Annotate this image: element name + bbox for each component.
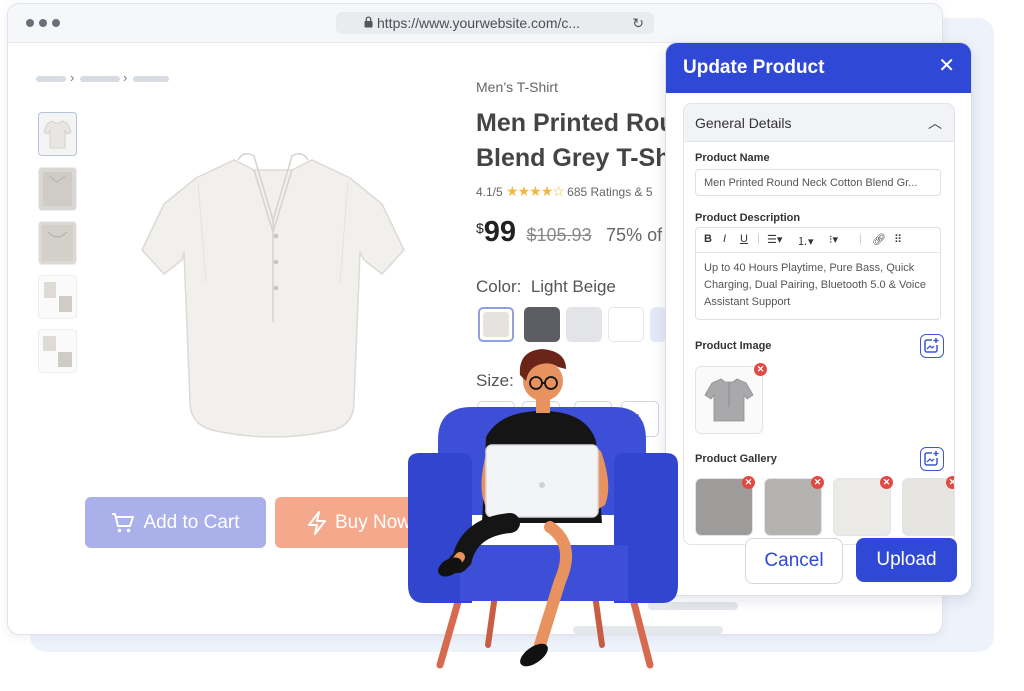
dialog-title: Update Product: [683, 57, 825, 78]
reload-icon[interactable]: ↻: [632, 12, 644, 34]
color-swatch-dark-grey[interactable]: [524, 307, 560, 342]
thumbnail-1[interactable]: [38, 112, 77, 156]
person-on-chair-illustration: [408, 349, 678, 669]
product-title: Men Printed Rou Blend Grey T-Sh: [476, 106, 696, 176]
color-swatch-light-grey[interactable]: [566, 307, 602, 342]
product-rating: 4.1/5 ★★★★☆ 685 Ratings & 5: [476, 183, 653, 200]
shirt-image-icon: [141, 153, 405, 438]
thumbnail-3[interactable]: [38, 221, 77, 265]
window-dot-icon[interactable]: [52, 19, 60, 27]
chevron-up-icon[interactable]: ︿: [928, 113, 942, 133]
color-swatch-light-blue[interactable]: [650, 307, 666, 342]
underline-icon[interactable]: U: [740, 233, 748, 245]
product-description-label: Product Description: [695, 212, 801, 224]
remove-gallery-image-icon[interactable]: ✕: [880, 476, 893, 489]
lock-icon: [364, 16, 373, 28]
window-dot-icon[interactable]: [26, 19, 34, 27]
link-icon[interactable]: 🔗︎: [872, 233, 886, 246]
color-swatch-light-beige[interactable]: [478, 307, 514, 342]
align-icon[interactable]: ☰▾: [767, 233, 782, 246]
general-details-section: General Details ︿ Product Name Men Print…: [683, 103, 955, 545]
chevron-right-icon: ›: [123, 70, 128, 85]
breadcrumb-item[interactable]: [80, 76, 120, 82]
product-title-line: Blend Grey T-Sh: [476, 144, 671, 172]
rating-value: 4.1/5: [476, 185, 503, 199]
italic-icon[interactable]: I: [723, 233, 726, 245]
section-title: General Details: [695, 115, 792, 131]
ordered-list-icon[interactable]: ⒈▾: [797, 233, 814, 249]
remove-gallery-image-icon[interactable]: ✕: [742, 476, 755, 489]
thumbnail-5[interactable]: [38, 329, 77, 373]
lightning-icon: [308, 510, 326, 535]
product-main-image[interactable]: [108, 112, 438, 474]
original-price: $105.93: [526, 225, 592, 245]
toolbar-divider: |: [757, 233, 760, 245]
cart-icon: [112, 512, 135, 532]
shirt-size-chart-icon: [43, 336, 72, 367]
thumbnail-2[interactable]: [38, 167, 77, 211]
discount-text: 75% of: [606, 225, 663, 245]
remove-gallery-image-icon[interactable]: ✕: [946, 476, 954, 489]
color-value: Light Beige: [530, 277, 616, 296]
shirt-thumbnail-icon: [43, 120, 72, 149]
cancel-button[interactable]: Cancel: [745, 538, 843, 584]
upload-gallery-icon[interactable]: [920, 447, 944, 471]
product-image-preview[interactable]: [695, 366, 763, 434]
update-product-dialog: Update Product ✕ General Details ︿ Produ…: [665, 42, 972, 596]
product-category: Men’s T-Shirt: [476, 79, 558, 95]
star-rating-icon: ★★★★☆: [506, 183, 565, 199]
address-bar[interactable]: https://www.yourwebsite.com/c... ↻: [336, 12, 654, 34]
breadcrumb-item[interactable]: [36, 76, 66, 82]
upload-image-icon[interactable]: [920, 334, 944, 358]
chevron-right-icon: ›: [70, 70, 75, 85]
bullet-list-icon[interactable]: ⁝▾: [829, 233, 838, 246]
price-amount: 99: [483, 216, 517, 248]
remove-image-icon[interactable]: ✕: [754, 363, 767, 376]
product-description-editor[interactable]: B I U | ☰▾ ⒈▾ ⁝▾ | 🔗︎ ⠿ Up to 40 Hours P…: [695, 227, 941, 320]
shirt-model-icon: [44, 282, 72, 312]
currency-symbol: $: [476, 220, 484, 236]
dialog-header: Update Product ✕: [666, 43, 971, 93]
product-price: $99 $105.93 75% of: [476, 216, 662, 249]
product-title-line: Men Printed Rou: [476, 109, 675, 137]
add-to-cart-label: Add to Cart: [143, 511, 240, 533]
remove-gallery-image-icon[interactable]: ✕: [811, 476, 824, 489]
upload-button[interactable]: Upload: [856, 538, 957, 582]
bold-icon[interactable]: B: [704, 233, 712, 245]
color-selector-label: Color: Light Beige: [476, 277, 616, 297]
toolbar-divider: |: [859, 233, 862, 245]
browser-toolbar: https://www.yourwebsite.com/c... ↻: [8, 4, 942, 43]
product-gallery-label: Product Gallery: [695, 453, 777, 465]
color-label: Color:: [476, 277, 522, 296]
breadcrumb-item[interactable]: [133, 76, 169, 82]
shirt-collar-icon: [42, 225, 73, 261]
more-options-icon[interactable]: ⠿: [894, 233, 902, 246]
rating-count: 685 Ratings & 5: [567, 185, 653, 199]
shirt-detail-icon: [43, 172, 72, 206]
grey-shirt-icon: [704, 378, 754, 422]
add-to-cart-button[interactable]: Add to Cart: [85, 497, 266, 548]
thumbnail-4[interactable]: [38, 275, 77, 319]
window-dot-icon[interactable]: [39, 19, 47, 27]
product-name-input[interactable]: Men Printed Round Neck Cotton Blend Gr..…: [695, 169, 941, 196]
section-header[interactable]: General Details ︿: [684, 104, 954, 142]
close-icon[interactable]: ✕: [938, 55, 955, 77]
color-swatch-white[interactable]: [608, 307, 644, 342]
product-name-label: Product Name: [695, 152, 770, 164]
product-image-label: Product Image: [695, 340, 772, 352]
url-text: https://www.yourwebsite.com/c...: [377, 15, 581, 31]
description-text: Up to 40 Hours Playtime, Pure Bass, Quic…: [704, 262, 926, 308]
editor-toolbar: B I U | ☰▾ ⒈▾ ⁝▾ | 🔗︎ ⠿: [696, 228, 940, 253]
